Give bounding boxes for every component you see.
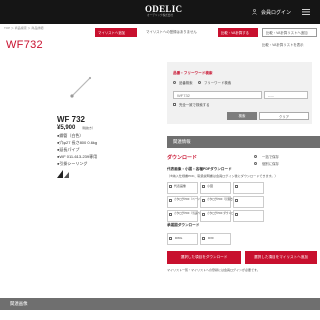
breadcrumb[interactable]: TOP ＞ 商品検索 ＞ 商品詳細 — [4, 26, 43, 31]
radio-zip[interactable] — [254, 155, 258, 159]
page-title: WF732 — [6, 39, 43, 51]
related-info-header: 関連情報 — [167, 136, 320, 148]
mylist-notice: マイリストへの登録はありません — [146, 30, 197, 34]
dwg-label: DWG — [175, 236, 183, 240]
download-description: （※納入仕様書PDF、取扱説明書は会員ログイン後にダウンロードできます。） — [167, 174, 278, 178]
save-zip-label: 一括で保存 — [262, 155, 279, 159]
save-individual-label: 個別に保存 — [262, 162, 279, 166]
spec-line: ●引掛シーリング — [57, 161, 88, 166]
download-checkbox[interactable] — [202, 185, 206, 189]
download-checkbox[interactable] — [169, 213, 173, 217]
download-checkbox[interactable] — [235, 199, 239, 203]
exact-match-checkbox[interactable] — [173, 103, 177, 107]
related-images-header: 関連画像 — [0, 298, 320, 310]
page-bottom — [0, 310, 320, 320]
add-selected-to-mylist-button[interactable]: 選択した項目をマイリストへ追加 — [245, 251, 317, 264]
dwg-checkbox[interactable] — [169, 237, 173, 241]
search-title: 品番・フリーワード検索 — [173, 71, 213, 75]
add-to-mylist-button[interactable]: マイリストへ追加 — [95, 28, 137, 37]
logo-subtitle: オーデリック株式会社 — [147, 14, 173, 17]
price-tax-note: （税抜き） — [80, 126, 96, 130]
exact-match-label: 完全一致で検索する — [179, 103, 210, 107]
view-compare-list-link[interactable]: 比較・VA計算リストを表示 — [262, 43, 304, 47]
product-image — [70, 76, 92, 98]
spec-line: ●穴φ27 長さ800 0.6kg — [57, 140, 98, 145]
download-cell-label: 小図 — [207, 184, 214, 188]
radio-individual[interactable] — [254, 162, 258, 166]
download-checkbox[interactable] — [169, 185, 173, 189]
download-footnote: マイリスト一覧・マイリストへの登録には会員ログインが必要です。 — [167, 268, 260, 272]
download-subtitle: 代表画像・小図・各種PDFダウンロード — [167, 167, 232, 171]
search-input[interactable]: WF732 — [173, 91, 262, 99]
search-select[interactable]: ----- — [264, 91, 308, 99]
spec-badge-icon — [57, 170, 69, 178]
product-price: ¥5,900 — [57, 125, 76, 131]
spec-line: ●延長パイプ — [57, 147, 80, 152]
product-code: WF 732 — [57, 115, 86, 124]
spec-line: ●WF 011-613-239専用 — [57, 154, 98, 159]
menu-icon[interactable] — [302, 9, 310, 15]
download-checkbox[interactable] — [169, 199, 173, 203]
download-cell-label: カタログPDF（見開き） — [207, 198, 236, 201]
odelic-logo[interactable]: ODELIC — [145, 4, 182, 14]
member-login-link[interactable]: 会員ログイン — [261, 9, 291, 16]
user-icon[interactable] — [252, 9, 257, 15]
radio-product-label: 品番検索 — [179, 81, 193, 85]
compare-va-button[interactable]: 比較・VA計算する — [218, 28, 258, 37]
download-title: ダウンロード — [167, 155, 198, 161]
download-selected-button[interactable]: 選択した項目をダウンロード — [167, 251, 241, 264]
add-to-compare-list-button[interactable]: 比較・VA計算リストへ追加 — [262, 28, 317, 37]
search-button[interactable]: 検索 — [227, 112, 257, 120]
dxf-label: DXF — [208, 236, 214, 240]
download-checkbox[interactable] — [202, 213, 206, 217]
download-checkbox[interactable] — [202, 199, 206, 203]
download-cell-label: 代表画像 — [174, 184, 187, 188]
download-checkbox[interactable] — [235, 185, 239, 189]
cad-subtitle: 承認図ダウンロード — [167, 223, 200, 227]
radio-freeword-label: フリーワード検索 — [204, 81, 232, 85]
dxf-checkbox[interactable] — [202, 237, 206, 241]
spec-line: ●鋼管（白色） — [57, 133, 84, 138]
clear-button[interactable]: クリア — [259, 112, 309, 120]
download-checkbox[interactable] — [235, 213, 239, 217]
